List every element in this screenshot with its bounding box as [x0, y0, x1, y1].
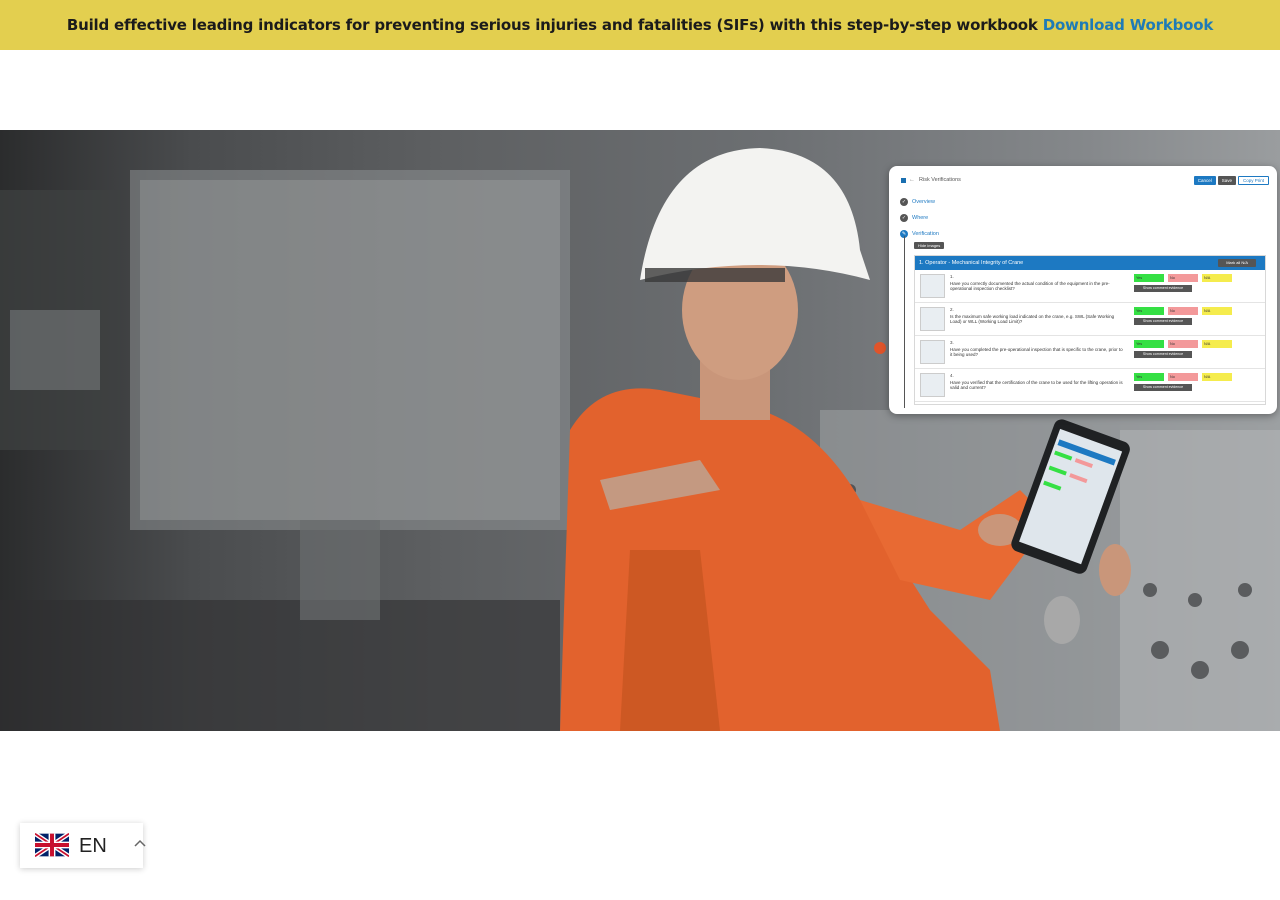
- check-icon: ✓: [900, 214, 908, 222]
- announcement-banner: Build effective leading indicators for p…: [0, 0, 1280, 50]
- question-thumbnail: [920, 340, 945, 364]
- step-overview: ✓ Overview: [900, 194, 940, 210]
- step-where: ✓ Where: [900, 210, 940, 226]
- mark-all-na-button: Mark all N/A: [1218, 259, 1256, 267]
- question-number: 3.: [950, 340, 954, 345]
- chevron-up-icon: [134, 839, 146, 847]
- download-workbook-link[interactable]: Download Workbook: [1043, 16, 1214, 34]
- no-option: No: [1168, 307, 1198, 315]
- no-option: No: [1168, 373, 1198, 381]
- show-evidence-button: Show comment evidence: [1134, 318, 1192, 325]
- cancel-button: Cancel: [1193, 175, 1216, 185]
- copy-print-button: Copy Print: [1237, 175, 1269, 185]
- section-title: 1. Operator - Mechanical Integrity of Cr…: [919, 260, 1024, 266]
- uk-flag-icon: [35, 833, 69, 857]
- question-text: Have you completed the pre-operational i…: [950, 347, 1123, 357]
- question-thumbnail: [920, 274, 945, 298]
- panel-actions: Cancel Save Copy Print: [1193, 175, 1269, 185]
- hero-image: ← Risk Verifications Cancel Save Copy Pr…: [0, 130, 1280, 731]
- step-label: Overview: [912, 199, 935, 205]
- step-connector: [904, 236, 905, 408]
- step-label: Where: [912, 215, 929, 221]
- menu-icon: [901, 177, 906, 183]
- question-text: Is the maximum safe working load indicat…: [950, 314, 1115, 324]
- section-header: 1. Operator - Mechanical Integrity of Cr…: [915, 256, 1265, 270]
- step-label: Verification: [912, 231, 939, 237]
- answer-options: Yes No N/A: [1134, 373, 1232, 381]
- question-row: 2. Is the maximum safe working load indi…: [915, 303, 1265, 336]
- answer-options: Yes No N/A: [1134, 274, 1232, 282]
- no-option: No: [1168, 340, 1198, 348]
- question-row: 3. Have you completed the pre-operationa…: [915, 336, 1265, 369]
- show-evidence-button: Show comment evidence: [1134, 384, 1192, 391]
- na-option: N/A: [1202, 373, 1232, 381]
- hide-images-button: Hide images: [914, 242, 945, 249]
- language-code: EN: [79, 835, 107, 857]
- save-button: Save: [1217, 175, 1236, 185]
- question-text: Have you verified that the certification…: [950, 380, 1123, 390]
- step-verification: ✎ Verification: [900, 226, 940, 242]
- back-arrow-icon: ←: [909, 177, 915, 183]
- question-row: 4. Have you verified that the certificat…: [915, 369, 1265, 402]
- question-row: 1. Have you correctly documented the act…: [915, 270, 1265, 303]
- no-option: No: [1168, 274, 1198, 282]
- yes-option: Yes: [1134, 274, 1164, 282]
- na-option: N/A: [1202, 340, 1232, 348]
- show-evidence-button: Show comment evidence: [1134, 285, 1192, 292]
- question-thumbnail: [920, 373, 945, 397]
- banner-text: Build effective leading indicators for p…: [66, 16, 1038, 34]
- panel-toolbar: ← Risk Verifications Cancel Save Copy Pr…: [901, 175, 1269, 185]
- question-number: 4.: [950, 373, 954, 378]
- yes-option: Yes: [1134, 307, 1164, 315]
- risk-verification-panel: ← Risk Verifications Cancel Save Copy Pr…: [889, 166, 1277, 414]
- na-option: N/A: [1202, 307, 1232, 315]
- language-switcher[interactable]: EN: [20, 823, 146, 868]
- answer-options: Yes No N/A: [1134, 340, 1232, 348]
- answer-options: Yes No N/A: [1134, 307, 1232, 315]
- show-evidence-button: Show comment evidence: [1134, 351, 1192, 358]
- panel-title: Risk Verifications: [919, 177, 961, 183]
- question-number: 2.: [950, 307, 954, 312]
- na-option: N/A: [1202, 274, 1232, 282]
- progress-steps: ✓ Overview ✓ Where ✎ Verification: [900, 194, 940, 242]
- yes-option: Yes: [1134, 373, 1164, 381]
- question-text: Have you correctly documented the actual…: [950, 281, 1110, 291]
- question-section: 1. Operator - Mechanical Integrity of Cr…: [914, 255, 1266, 405]
- check-icon: ✓: [900, 198, 908, 206]
- question-thumbnail: [920, 307, 945, 331]
- question-number: 1.: [950, 274, 954, 279]
- yes-option: Yes: [1134, 340, 1164, 348]
